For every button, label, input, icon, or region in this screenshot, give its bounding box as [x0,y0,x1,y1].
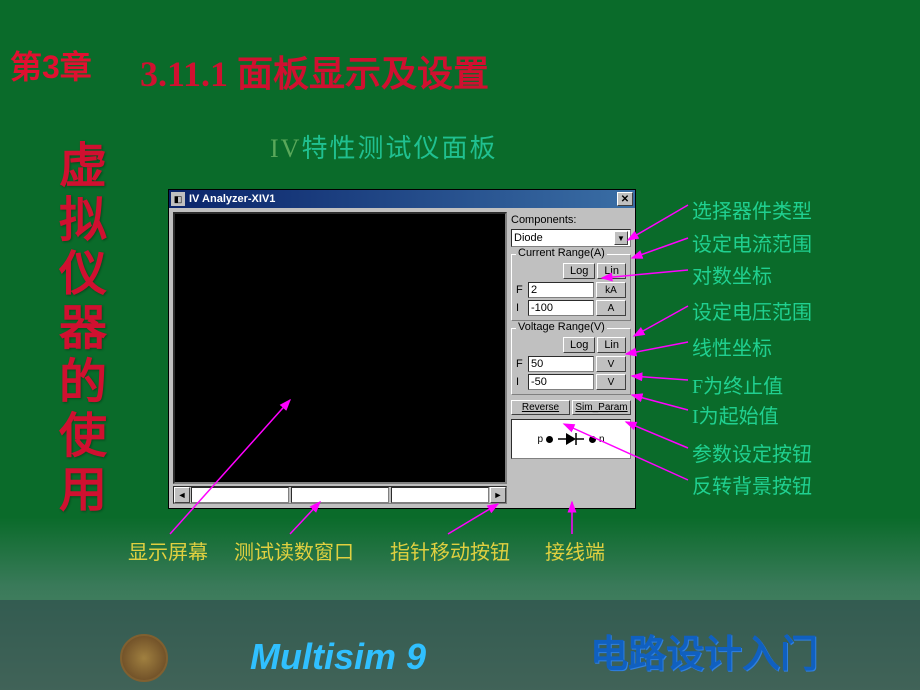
current-range-group: Current Range(A) Log Lin F 2 kA I -100 A [511,254,631,321]
terminal-symbol-box[interactable]: p n [511,419,631,459]
voltage-F-unit[interactable]: V [596,356,626,372]
annotation-terminals: 接线端 [545,536,605,565]
annotation-F-end: F为终止值 [692,370,783,399]
readout-3 [391,487,489,503]
panel-subtitle-rest: 特性测试仪面板 [301,134,497,163]
vertical-side-title: 虚拟仪器的使用 [42,140,112,518]
close-button[interactable]: ✕ [617,192,633,206]
current-I-input[interactable]: -100 [528,300,594,316]
panel-subtitle-iv: IV [270,134,301,163]
voltage-range-group: Voltage Range(V) Log Lin F 50 V I -50 V [511,328,631,395]
annotation-display-screen: 显示屏幕 [128,536,208,565]
voltage-F-input[interactable]: 50 [528,356,594,372]
chevron-down-icon: ▼ [614,231,628,245]
footer-logo [120,634,168,682]
terminal-n [589,436,596,443]
voltage-range-label: Voltage Range(V) [516,321,607,333]
annotation-pointer-buttons: 指针移动按钮 [390,536,510,565]
display-area: ◄ ► [173,212,507,504]
panel-subtitle: IV特性测试仪面板 [270,128,497,165]
annotation-log-scale: 对数坐标 [692,260,772,289]
annotation-linear-scale: 线性坐标 [692,332,772,361]
terminal-p-label: p [537,434,543,445]
sim-param-button[interactable]: Sim_Param [572,400,631,415]
annotation-readout: 测试读数窗口 [234,536,354,565]
current-range-label: Current Range(A) [516,247,607,259]
current-log-button[interactable]: Log [563,263,595,279]
components-dropdown[interactable]: Diode ▼ [511,229,631,247]
readout-2 [291,487,389,503]
scroll-left-button[interactable]: ◄ [174,487,190,503]
section-title: 3.11.1 面板显示及设置 [140,45,489,97]
current-F-label: F [516,284,526,296]
voltage-I-label: I [516,376,526,388]
scroll-right-button[interactable]: ► [490,487,506,503]
current-F-input[interactable]: 2 [528,282,594,298]
footer-chinese-text: 电路设计入门 [590,623,818,678]
footer-multisim-text: Multisim 9 [250,636,426,678]
diode-icon [558,431,584,447]
current-I-label: I [516,302,526,314]
titlebar-app-icon: ◧ [171,192,185,206]
annotation-I-start: I为起始值 [692,400,779,429]
iv-analyzer-window: ◧ IV Analyzer-XIV1 ✕ ◄ ► Components: Dio… [168,189,636,509]
readout-row: ◄ ► [173,486,507,504]
voltage-I-input[interactable]: -50 [528,374,594,390]
components-label: Components: [511,212,631,228]
voltage-log-button[interactable]: Log [563,337,595,353]
annotation-voltage-range: 设定电压范围 [692,296,812,325]
window-title-text: IV Analyzer-XIV1 [189,193,617,205]
annotation-component-type: 选择器件类型 [692,195,812,224]
voltage-F-label: F [516,358,526,370]
controls-panel: Components: Diode ▼ Current Range(A) Log… [507,212,631,504]
display-screen[interactable] [173,212,507,484]
diode-symbol: p n [537,431,604,447]
annotation-current-range: 设定电流范围 [692,228,812,257]
window-body: ◄ ► Components: Diode ▼ Current Range(A)… [169,208,635,508]
current-F-unit[interactable]: kA [596,282,626,298]
terminal-n-label: n [599,434,605,445]
voltage-I-unit[interactable]: V [596,374,626,390]
chapter-label: 第3章 [10,42,92,88]
terminal-p [546,436,553,443]
readout-1 [191,487,289,503]
reverse-button[interactable]: Reverse [511,400,570,415]
current-I-unit[interactable]: A [596,300,626,316]
annotation-param-button: 参数设定按钮 [692,438,812,467]
window-titlebar[interactable]: ◧ IV Analyzer-XIV1 ✕ [169,190,635,208]
current-lin-button[interactable]: Lin [597,263,626,279]
voltage-lin-button[interactable]: Lin [597,337,626,353]
components-value: Diode [514,232,614,244]
annotation-reverse-button: 反转背景按钮 [692,470,812,499]
